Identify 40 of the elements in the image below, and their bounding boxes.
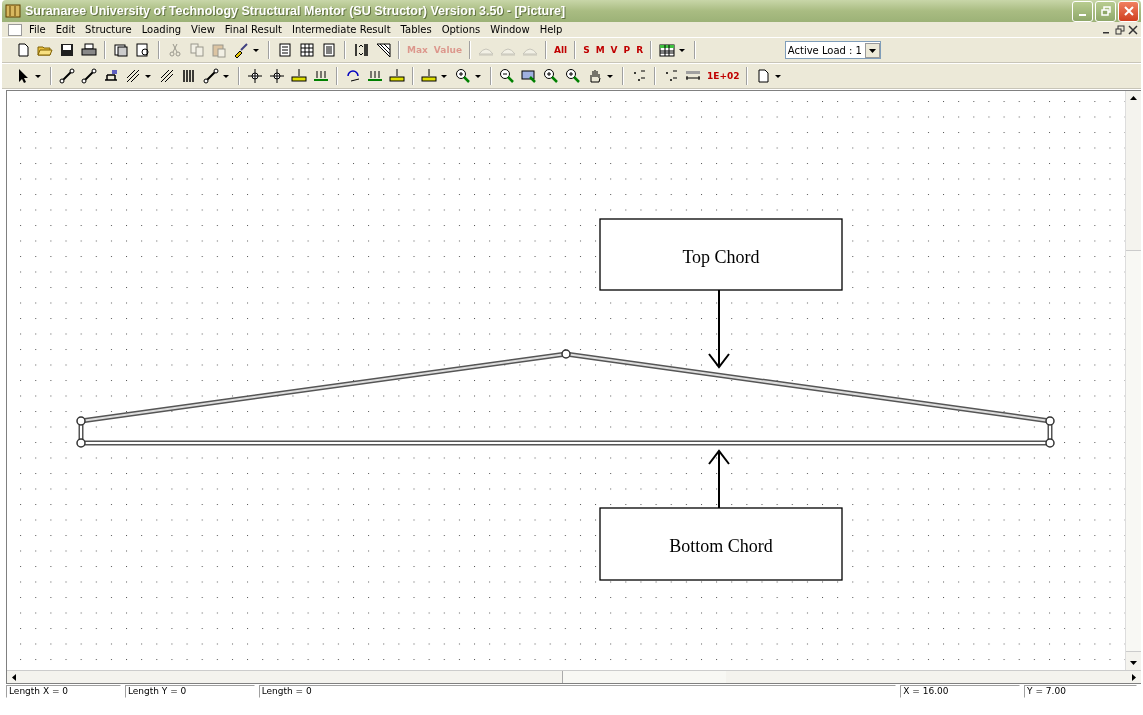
callout-label: Top Chord xyxy=(682,247,760,267)
menu-item[interactable]: Help xyxy=(534,24,568,35)
vertical-scrollbar[interactable] xyxy=(1125,91,1141,670)
toolbar-button[interactable]: V xyxy=(607,39,621,61)
toolbar-button[interactable]: All xyxy=(551,39,571,61)
menu-item[interactable]: Structure xyxy=(80,24,137,35)
toolbar-button[interactable]: S xyxy=(580,39,593,61)
status-panel: Length Y = 0 xyxy=(124,685,255,698)
status-panel: Length = 0 xyxy=(258,685,897,698)
horizontal-scrollbar[interactable] xyxy=(7,670,1141,683)
window-title: Suranaree University of Technology Structural Mentor (SU Structor) Version 3.50 - [Picture] xyxy=(25,4,566,18)
menu-item[interactable]: Loading xyxy=(136,24,187,35)
close-button[interactable] xyxy=(1118,0,1139,22)
toolbar-button[interactable]: 1E+02 xyxy=(704,65,743,87)
toolbar-button[interactable]: M xyxy=(592,39,608,61)
toolbar-button[interactable]: P xyxy=(620,39,634,61)
active-load-dropdown[interactable]: Active Load : 1 xyxy=(784,41,881,59)
menu-item[interactable]: View xyxy=(186,24,220,35)
menu-item[interactable]: Window xyxy=(485,24,535,35)
member-icon[interactable] xyxy=(78,65,100,87)
menu-item[interactable]: Edit xyxy=(50,24,81,35)
minimize-icon xyxy=(1079,14,1086,16)
member-icon[interactable] xyxy=(200,65,222,87)
status-panel: Length X = 0 xyxy=(6,685,121,698)
menu-item[interactable]: File xyxy=(24,24,51,35)
close-icon[interactable] xyxy=(1128,24,1138,35)
toolbar-button[interactable]: R xyxy=(633,39,647,61)
restore-icon[interactable] xyxy=(1115,24,1125,35)
menu-item[interactable]: Intermediate Result xyxy=(286,24,396,35)
callout-label: Bottom Chord xyxy=(669,536,773,556)
status-panel: X = 16.00 xyxy=(900,685,1021,698)
close-icon xyxy=(1123,6,1134,16)
minimize-button[interactable] xyxy=(1072,0,1093,22)
status-panel: Y = 7.00 xyxy=(1024,685,1137,698)
menu-item[interactable]: Tables xyxy=(395,24,437,35)
menu-item[interactable]: Options xyxy=(436,24,486,35)
member-icon[interactable] xyxy=(56,65,78,87)
menu-item[interactable]: Final Result xyxy=(219,24,287,35)
app-icon xyxy=(5,3,21,19)
restore-icon xyxy=(1100,6,1111,16)
